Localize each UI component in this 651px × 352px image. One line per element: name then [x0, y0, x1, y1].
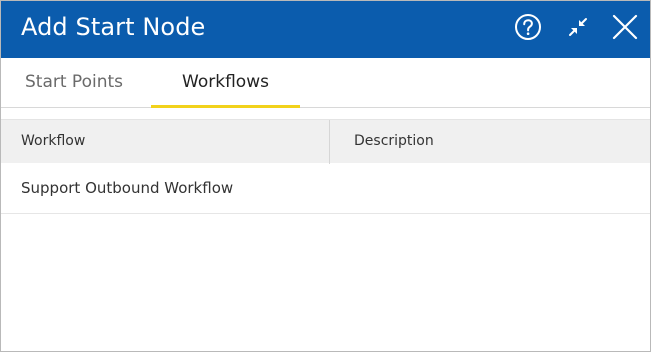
collapse-arrows-icon — [565, 14, 591, 40]
workflows-table: Workflow Description Support Outbound Wo… — [1, 119, 650, 214]
tab-bar: Start Points Workflows — [1, 58, 650, 108]
table-header: Workflow Description — [1, 119, 650, 164]
column-divider[interactable] — [329, 120, 330, 164]
workflow-name-cell: Support Outbound Workflow — [21, 179, 234, 197]
close-button[interactable] — [610, 12, 640, 42]
tab-workflows[interactable]: Workflows — [151, 58, 300, 108]
table-row[interactable]: Support Outbound Workflow — [1, 163, 650, 214]
dialog-title: Add Start Node — [21, 13, 206, 41]
close-icon — [612, 14, 638, 40]
column-header-description[interactable]: Description — [354, 120, 434, 164]
help-button[interactable] — [513, 12, 543, 42]
add-start-node-dialog: Add Start Node Start Points Workflows Wo… — [0, 0, 651, 352]
help-circle-icon — [514, 13, 542, 41]
column-header-workflow[interactable]: Workflow — [21, 120, 85, 164]
collapse-button[interactable] — [563, 12, 593, 42]
tab-start-points[interactable]: Start Points — [21, 58, 127, 108]
dialog-titlebar: Add Start Node — [1, 1, 650, 58]
